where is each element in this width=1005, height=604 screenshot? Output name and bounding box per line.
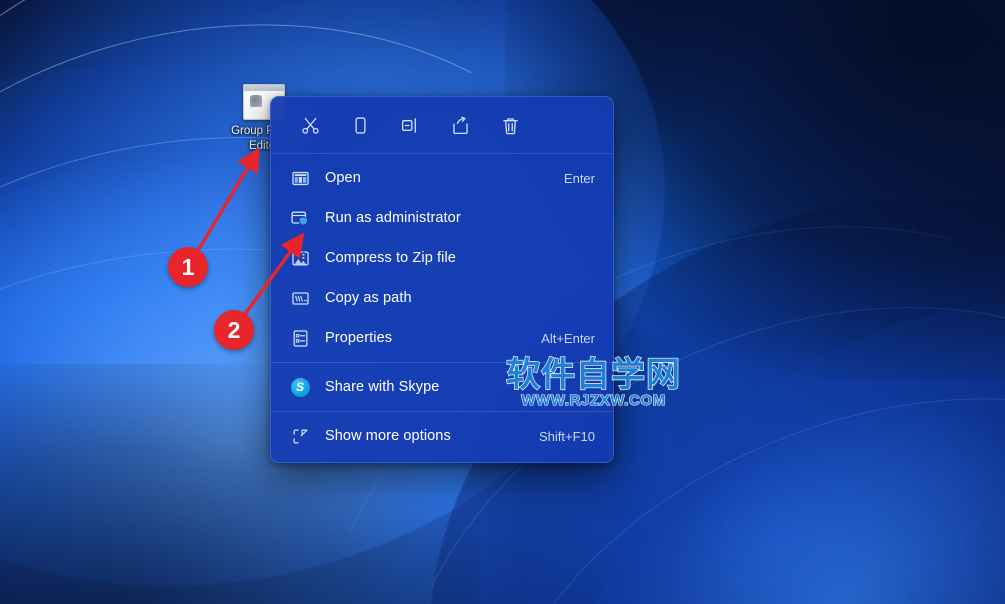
share-button[interactable] xyxy=(435,106,485,144)
menu-separator xyxy=(271,411,613,412)
context-menu: Open Enter Run as administrator Compress… xyxy=(270,96,614,463)
menu-item-label: Copy as path xyxy=(325,290,412,306)
skype-badge: S xyxy=(290,377,310,397)
annotation-marker-1: 1 xyxy=(168,247,208,287)
shield-admin-icon xyxy=(289,207,311,229)
context-menu-list: Open Enter Run as administrator Compress… xyxy=(271,154,613,462)
copy-button[interactable] xyxy=(335,106,385,144)
menu-item-share-with-skype[interactable]: S Share with Skype xyxy=(271,367,613,407)
copy-path-icon xyxy=(289,287,311,309)
menu-item-shortcut: Shift+F10 xyxy=(538,428,595,444)
share-icon xyxy=(452,116,468,134)
menu-item-open[interactable]: Open Enter xyxy=(271,158,613,198)
delete-button[interactable] xyxy=(485,106,535,144)
rename-icon xyxy=(401,117,416,133)
delete-icon xyxy=(502,117,518,134)
menu-item-shortcut: Enter xyxy=(563,170,595,186)
menu-item-label: Share with Skype xyxy=(325,379,440,395)
menu-separator xyxy=(271,362,613,363)
open-window-icon xyxy=(289,167,311,189)
menu-item-shortcut: Alt+Enter xyxy=(541,330,595,346)
menu-item-label: Properties xyxy=(325,330,393,346)
menu-item-label: Compress to Zip file xyxy=(325,250,456,266)
menu-item-run-as-administrator[interactable]: Run as administrator xyxy=(271,198,613,238)
desktop-screen: Group Policy Editor Open Enter Run as ad… xyxy=(0,0,1005,604)
rename-button[interactable] xyxy=(385,106,435,144)
window-icon-graphic xyxy=(250,95,262,107)
show-more-icon xyxy=(289,425,311,447)
skype-icon: S xyxy=(289,376,311,398)
menu-item-properties[interactable]: Properties Alt+Enter xyxy=(271,318,613,358)
menu-item-copy-as-path[interactable]: Copy as path xyxy=(271,278,613,318)
zip-icon xyxy=(289,247,311,269)
annotation-marker-2: 2 xyxy=(214,310,254,350)
menu-item-label: Show more options xyxy=(325,428,451,444)
context-menu-toolbar xyxy=(271,97,613,154)
menu-item-show-more-options[interactable]: Show more options Shift+F10 xyxy=(271,416,613,456)
properties-icon xyxy=(289,327,311,349)
menu-item-label: Run as administrator xyxy=(325,210,461,226)
menu-item-compress-to-zip-file[interactable]: Compress to Zip file xyxy=(271,238,613,278)
cut-icon xyxy=(301,117,319,134)
cut-button[interactable] xyxy=(285,106,335,144)
menu-item-label: Open xyxy=(325,170,361,186)
copy-icon xyxy=(354,116,366,134)
